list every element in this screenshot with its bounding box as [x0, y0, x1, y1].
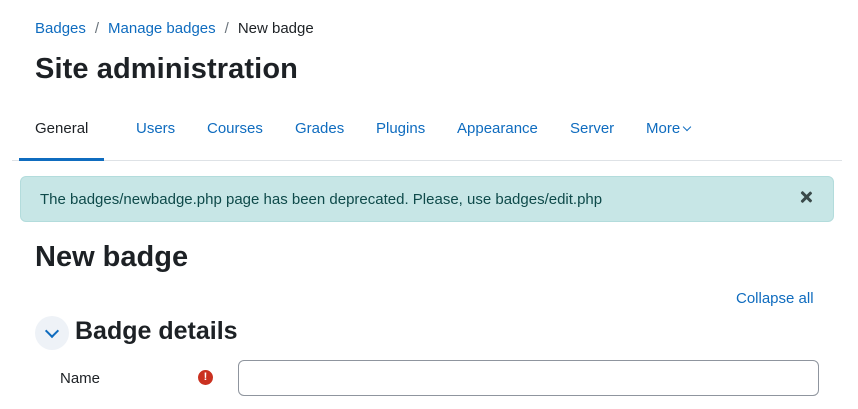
exclamation-icon: ! — [198, 370, 213, 385]
tab-general[interactable]: General — [19, 108, 105, 161]
form-title: New badge — [35, 241, 189, 273]
name-input[interactable] — [238, 360, 819, 396]
tab-server[interactable]: Server — [570, 108, 614, 161]
tab-more[interactable]: More — [646, 108, 692, 161]
breadcrumb-separator: / — [94, 20, 100, 37]
collapse-all-link[interactable]: Collapse all — [736, 290, 814, 307]
tab-users[interactable]: Users — [136, 108, 175, 161]
breadcrumb: Badges / Manage badges / New badge — [35, 20, 314, 37]
tab-more-label: More — [646, 120, 681, 137]
secondary-navigation: General Users Courses Grades Plugins App… — [12, 108, 842, 161]
breadcrumb-badges[interactable]: Badges — [35, 20, 86, 37]
breadcrumb-separator: / — [224, 20, 229, 37]
alert-message: The badges/newbadge.php page has been de… — [40, 191, 603, 208]
page-title: Site administration — [35, 53, 298, 85]
section-title-badge-details: Badge details — [75, 317, 238, 345]
tab-grades[interactable]: Grades — [295, 108, 344, 161]
tab-plugins[interactable]: Plugins — [376, 108, 425, 161]
breadcrumb-manage-badges[interactable]: Manage badges — [108, 20, 216, 37]
name-field-label: Name — [60, 370, 101, 387]
tab-courses[interactable]: Courses — [207, 108, 263, 161]
close-icon[interactable] — [799, 190, 813, 204]
section-toggle-button[interactable] — [35, 316, 69, 350]
chevron-down-icon — [44, 323, 60, 339]
deprecation-alert: The badges/newbadge.php page has been de… — [20, 176, 834, 222]
tab-appearance[interactable]: Appearance — [457, 108, 538, 161]
breadcrumb-current: New badge — [237, 20, 314, 37]
chevron-down-icon — [682, 122, 692, 132]
